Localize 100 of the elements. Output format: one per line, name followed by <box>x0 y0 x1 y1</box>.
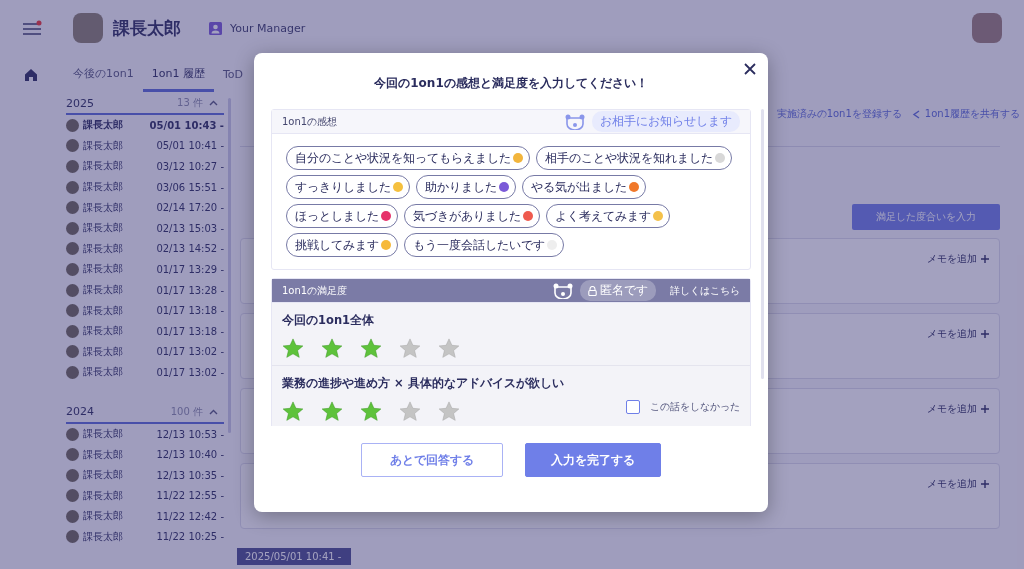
history-time[interactable]: 03/06 15:51 - <box>156 181 224 193</box>
history-time[interactable]: 11/22 12:42 - <box>156 510 224 522</box>
history-time[interactable]: 01/17 13:02 - <box>156 346 224 358</box>
impression-chip[interactable]: すっきりしました <box>286 175 410 199</box>
impression-chip[interactable]: 相手のことや状況を知れました <box>536 146 732 170</box>
avatar-photo-placeholder <box>66 118 79 132</box>
chevron-up-icon[interactable] <box>209 408 218 415</box>
history-name[interactable]: 課長太郎 <box>83 221 157 236</box>
history-time[interactable]: 05/01 10:43 - <box>149 119 224 131</box>
impression-chip[interactable]: 気づきがありました <box>404 204 540 228</box>
history-name[interactable]: 課長太郎 <box>83 138 157 153</box>
date-label: 2025/05/01 10:41 - <box>237 548 352 565</box>
history-time[interactable]: 03/12 10:27 - <box>156 161 224 172</box>
home-icon[interactable] <box>24 68 38 82</box>
impression-chip[interactable]: 助かりました <box>416 175 516 199</box>
history-time[interactable]: 02/14 17:20 - <box>156 202 224 214</box>
dialog-title: 今回の1on1の感想と満足度を入力してください！ <box>374 75 648 92</box>
section-title: 1on1の満足度 <box>282 283 348 298</box>
history-time[interactable]: 01/17 13:18 - <box>156 325 224 337</box>
history-name[interactable]: 課長太郎 <box>83 303 157 318</box>
history-time[interactable]: 11/22 10:25 - <box>156 531 224 543</box>
star-rating[interactable] <box>282 401 460 422</box>
action-link[interactable]: 実施済みの1on1を登録する <box>776 107 902 121</box>
avatar-photo-placeholder <box>66 283 79 297</box>
add-memo-button[interactable]: メモを追加 <box>927 326 989 342</box>
history-name[interactable]: 課長太郎 <box>83 509 157 524</box>
tab[interactable]: 今後の1on1 <box>64 66 143 92</box>
impression-chip[interactable]: 自分のことや状況を知ってもらえました <box>286 146 530 170</box>
star-icon[interactable] <box>360 338 382 359</box>
impression-chip[interactable]: よく考えてみます <box>546 204 670 228</box>
impression-chip[interactable]: 挑戦してみます <box>286 233 398 257</box>
history-name[interactable]: 課長太郎 <box>83 427 157 441</box>
history-time[interactable]: 12/13 10:35 - <box>156 469 224 481</box>
complete-button[interactable]: 入力を完了する <box>525 443 661 477</box>
plus-icon <box>981 405 989 413</box>
impression-chip[interactable]: やる気が出ました <box>522 175 646 199</box>
star-icon[interactable] <box>321 401 343 422</box>
history-time[interactable]: 12/13 10:53 - <box>156 428 224 440</box>
impression-chip[interactable]: もう一度会話したいです <box>404 233 564 257</box>
history-name[interactable]: 課長太郎 <box>83 447 157 462</box>
chevron-up-icon[interactable] <box>209 100 218 106</box>
count-label: 13 件 <box>177 96 203 110</box>
person-icon <box>209 21 222 35</box>
star-icon[interactable] <box>282 401 304 422</box>
history-time[interactable]: 12/13 10:40 - <box>156 449 224 461</box>
history-time[interactable]: 01/17 13:02 - <box>156 366 224 378</box>
history-name[interactable]: 課長太郎 <box>83 530 157 544</box>
history-time[interactable]: 02/13 14:52 - <box>156 243 224 255</box>
user-name: 課長太郎 <box>113 16 181 40</box>
avatar-photo-placeholder <box>66 180 79 194</box>
history-name[interactable]: 課長太郎 <box>83 159 157 174</box>
star-icon[interactable] <box>438 401 460 422</box>
avatar-photo-placeholder[interactable] <box>972 13 1002 43</box>
star-icon[interactable] <box>399 401 421 422</box>
star-icon[interactable] <box>321 338 343 359</box>
history-name[interactable]: 課長太郎 <box>83 241 157 256</box>
bear-face-icon <box>564 113 586 130</box>
history-name[interactable]: 課長太郎 <box>83 365 157 380</box>
history-time[interactable]: 05/01 10:41 - <box>156 140 224 152</box>
history-time[interactable]: 01/17 13:18 - <box>156 305 224 317</box>
star-icon[interactable] <box>360 401 382 422</box>
star-icon[interactable] <box>282 338 304 359</box>
avatar-photo-placeholder <box>66 201 79 215</box>
history-name[interactable]: 課長太郎 <box>83 262 157 277</box>
lock-icon <box>588 285 597 296</box>
star-icon[interactable] <box>399 338 421 359</box>
count-label: 100 件 <box>170 404 203 419</box>
history-time[interactable]: 01/17 13:28 - <box>156 284 224 296</box>
tab[interactable]: 1on1 履歴 <box>142 66 214 92</box>
menu-icon[interactable] <box>22 20 42 36</box>
history-name[interactable]: 課長太郎 <box>83 118 150 133</box>
add-memo-button[interactable]: メモを追加 <box>927 401 989 417</box>
history-name[interactable]: 課長太郎 <box>83 180 157 195</box>
details-link[interactable]: 詳しくはこちら <box>670 283 740 298</box>
year-label: 2024 <box>66 405 95 419</box>
close-button[interactable] <box>742 61 758 77</box>
add-memo-button[interactable]: メモを追加 <box>927 251 989 267</box>
history-name[interactable]: 課長太郎 <box>83 488 157 503</box>
history-time[interactable]: 01/17 13:29 - <box>156 263 224 275</box>
history-name[interactable]: 課長太郎 <box>83 324 157 339</box>
question-label: 業務の進捗や進め方 × 具体的なアドバイスが欲しい <box>282 376 565 391</box>
checkbox[interactable] <box>626 399 640 414</box>
avatar-photo-placeholder <box>66 221 79 235</box>
answer-later-button[interactable]: あとで回答する <box>361 443 503 477</box>
add-memo-button[interactable]: メモを追加 <box>927 476 989 492</box>
history-name[interactable]: 課長太郎 <box>83 200 157 215</box>
history-name[interactable]: 課長太郎 <box>83 283 157 298</box>
avatar-photo-placeholder <box>66 304 79 318</box>
history-time[interactable]: 11/22 12:55 - <box>156 490 224 502</box>
satisfaction-button[interactable]: 満足した度合いを入力 <box>852 204 1000 230</box>
history-name[interactable]: 課長太郎 <box>83 468 157 483</box>
history-name[interactable]: 課長太郎 <box>83 344 157 359</box>
history-time[interactable]: 02/13 15:03 - <box>156 222 224 234</box>
star-icon[interactable] <box>438 338 460 359</box>
bear-face-icon <box>552 282 574 299</box>
notice-badge: お相手にお知らせします <box>592 111 740 132</box>
action-link[interactable]: 1on1履歴を共有する <box>911 107 1020 121</box>
impression-chip[interactable]: ほっとしました <box>286 204 398 228</box>
tab[interactable]: ToD <box>213 68 252 92</box>
avatar-photo-placeholder <box>66 262 79 276</box>
